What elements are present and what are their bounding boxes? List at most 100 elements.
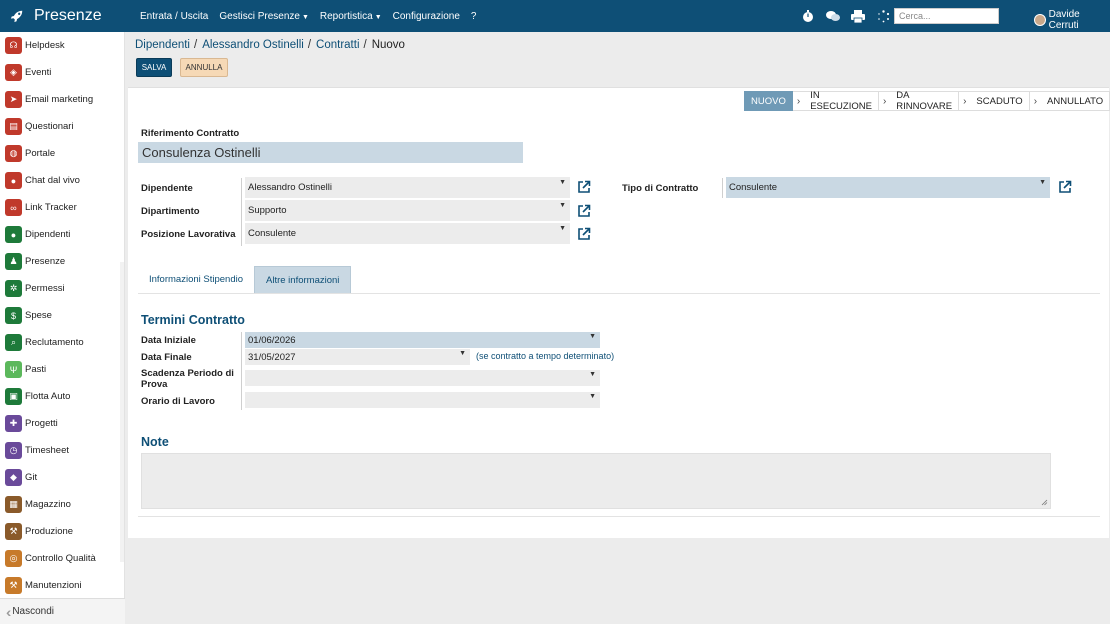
sidebar-item-magazzino[interactable]: ▦ Magazzino [0, 491, 124, 518]
sun-icon: ✲ [5, 280, 22, 297]
user-menu[interactable]: Davide Cerruti [1034, 9, 1110, 31]
contract-type-select[interactable]: Consulente ▼ [726, 177, 1050, 198]
stage-da-rinnovare[interactable]: DA RINNOVARE [890, 90, 960, 112]
cancel-button[interactable]: ANNULLA [180, 58, 228, 77]
sidebar-item-permessi[interactable]: ✲ Permessi [0, 275, 124, 302]
department-value: Supporto [248, 205, 287, 216]
position-select[interactable]: Consulente ▼ [245, 223, 570, 244]
trial-end-input[interactable]: ▼ [245, 370, 600, 386]
sidebar-item-label: Helpdesk [25, 40, 65, 51]
sidebar-item-label: Manutenzioni [25, 580, 82, 591]
sidebar-item-git[interactable]: ◆ Git [0, 464, 124, 491]
save-button[interactable]: SALVA [136, 58, 172, 77]
caret-down-icon: ▼ [559, 179, 566, 186]
app-brand[interactable]: Presenze [0, 7, 127, 25]
search-input[interactable] [894, 8, 999, 24]
stage-annullato[interactable]: ANNULLATO [1041, 91, 1110, 111]
caret-down-icon: ▼ [589, 393, 596, 400]
sidebar-item-flotta-auto[interactable]: ▣ Flotta Auto [0, 383, 124, 410]
sidebar-item-dipendenti[interactable]: ● Dipendenti [0, 221, 124, 248]
department-select[interactable]: Supporto ▼ [245, 200, 570, 221]
sidebar-item-timesheet[interactable]: ◷ Timesheet [0, 437, 124, 464]
employee-select[interactable]: Alessandro Ostinelli ▼ [245, 177, 570, 198]
nav-help[interactable]: ? [471, 11, 477, 22]
print-icon[interactable] [850, 8, 866, 24]
resize-grip-icon[interactable] [1041, 499, 1048, 506]
hammer-icon: ⚒ [5, 577, 22, 594]
git-icon: ◆ [5, 469, 22, 486]
caret-down-icon: ▼ [374, 13, 382, 21]
caret-down-icon: ▼ [459, 350, 466, 357]
double-chevron-left-icon: ‹‹ [6, 603, 13, 620]
breadcrumb-contratti[interactable]: Contratti [316, 39, 359, 51]
status-bar: NUOVO › IN ESECUZIONE › DA RINNOVARE › S… [744, 90, 1110, 112]
sidebar-item-progetti[interactable]: ✚ Progetti [0, 410, 124, 437]
external-link-icon[interactable] [577, 204, 591, 218]
sidebar-item-helpdesk[interactable]: ☊ Helpdesk [0, 32, 124, 59]
sidebar-item-manutenzioni[interactable]: ⚒ Manutenzioni [0, 572, 124, 599]
start-date-input[interactable]: 01/06/2026 ▼ [245, 332, 600, 348]
caret-down-icon: ▼ [559, 225, 566, 232]
notes-textarea[interactable] [141, 453, 1051, 509]
sidebar-item-eventi[interactable]: ◈ Eventi [0, 59, 124, 86]
sidebar-item-portale[interactable]: ◍ Portale [0, 140, 124, 167]
tab-altre-informazioni[interactable]: Altre informazioni [254, 266, 352, 293]
stage-in-esecuzione[interactable]: IN ESECUZIONE [804, 90, 879, 112]
end-date-input[interactable]: 31/05/2027 ▼ [245, 349, 470, 365]
breadcrumb-employee[interactable]: Alessandro Ostinelli [202, 39, 304, 51]
wrench-icon: ⚒ [5, 523, 22, 540]
sidebar-item-controllo-qualit-[interactable]: ◎ Controllo Qualità [0, 545, 124, 572]
rocket-icon [10, 10, 23, 23]
sidebar-item-link-tracker[interactable]: ∞ Link Tracker [0, 194, 124, 221]
app-title: Presenze [34, 7, 102, 24]
globe-icon: ◍ [5, 145, 22, 162]
divider [722, 178, 723, 198]
nav-gestisci-presenze[interactable]: Gestisci Presenze ▼ [219, 11, 309, 22]
ref-label: Riferimento Contratto [141, 128, 240, 139]
nav-reportistica[interactable]: Reportistica ▼ [320, 11, 382, 22]
nav-entrata-uscita[interactable]: Entrata / Uscita [140, 11, 208, 22]
caret-down-icon: ▼ [589, 333, 596, 340]
work-schedule-select[interactable]: ▼ [245, 392, 600, 408]
divider [241, 332, 242, 410]
nav-configurazione[interactable]: Configurazione [393, 11, 460, 22]
sidebar-item-spese[interactable]: $ Spese [0, 302, 124, 329]
sidebar-item-label: Flotta Auto [25, 391, 71, 402]
sidebar-item-pasti[interactable]: Ψ Pasti [0, 356, 124, 383]
sidebar-item-email-marketing[interactable]: ➤ Email marketing [0, 86, 124, 113]
stage-scaduto[interactable]: SCADUTO [970, 91, 1030, 111]
caret-down-icon: ▼ [301, 13, 309, 21]
breadcrumb-separator: / [193, 39, 198, 51]
end-date-value: 31/05/2027 [248, 351, 296, 363]
external-link-icon[interactable] [577, 180, 591, 194]
sidebar-item-chat-dal-vivo[interactable]: ● Chat dal vivo [0, 167, 124, 194]
end-date-label: Data Finale [141, 352, 192, 363]
chevron-right-icon: › [1029, 91, 1042, 111]
breadcrumb-dipendenti[interactable]: Dipendenti [135, 39, 190, 51]
external-link-icon[interactable] [577, 227, 591, 241]
tab-informazioni-stipendio[interactable]: Informazioni Stipendio [138, 266, 254, 293]
link-icon: ∞ [5, 199, 22, 216]
sidebar-item-presenze[interactable]: ♟ Presenze [0, 248, 124, 275]
chat-icon[interactable] [825, 8, 841, 24]
top-bar: Presenze Entrata / Uscita Gestisci Prese… [0, 0, 1110, 32]
timer-icon[interactable] [800, 8, 816, 24]
sidebar-item-label: Chat dal vivo [25, 175, 80, 186]
external-link-icon[interactable] [1058, 180, 1072, 194]
sidebar-scrollbar[interactable] [120, 262, 124, 562]
top-navigation: Entrata / Uscita Gestisci Presenze ▼ Repo… [140, 11, 487, 22]
contract-type-value: Consulente [729, 182, 778, 193]
sidebar-item-reclutamento[interactable]: ⌕ Reclutamento [0, 329, 124, 356]
clock-icon: ◷ [5, 442, 22, 459]
contract-ref-input[interactable]: Consulenza Ostinelli [138, 142, 523, 163]
caret-down-icon: ▼ [559, 202, 566, 209]
sidebar-list: ☊ Helpdesk ◈ Eventi ➤ Email marketing ▤ Questio… [0, 32, 124, 599]
sidebar-collapse-button[interactable]: ‹‹ Nascondi [0, 598, 125, 624]
stage-nuovo[interactable]: NUOVO [744, 91, 793, 111]
sidebar-item-label: Portale [25, 148, 56, 159]
sidebar-item-questionari[interactable]: ▤ Questionari [0, 113, 124, 140]
chat-bubble-icon: ● [5, 172, 22, 189]
search-user-icon: ⌕ [5, 334, 22, 351]
sidebar-item-produzione[interactable]: ⚒ Produzione [0, 518, 124, 545]
nav-label: Gestisci Presenze [219, 10, 300, 22]
